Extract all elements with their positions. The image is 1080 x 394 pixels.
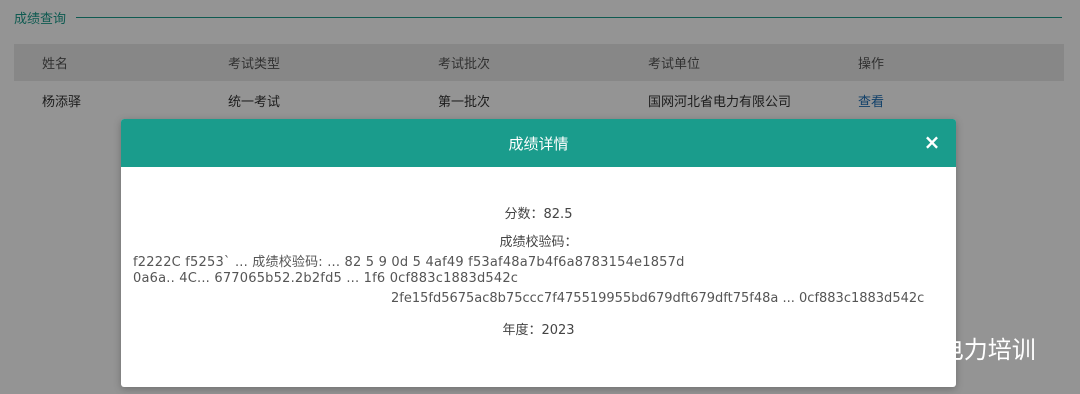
dialog-title: 成绩详情 bbox=[508, 134, 569, 153]
watermark-text: vivi电力培训 bbox=[898, 336, 1036, 364]
score-text: 分数：82.5 bbox=[504, 207, 573, 222]
verify-code-line-2: 0a6a.. 4C... 677065b52.2b2fd5 ... 1f6 0c… bbox=[133, 271, 519, 286]
verify-code-label: 成绩校验码： bbox=[499, 235, 578, 250]
close-icon[interactable]: × bbox=[922, 132, 942, 152]
watermark: vivi电力培训 bbox=[848, 330, 1036, 365]
verify-code-line-3: 2fe15fd5675ac8b75ccc7f475519955bd679dft6… bbox=[391, 291, 925, 306]
verify-code-line-1: f2222C f5253` ... 成绩校验码: ... 82 5 9 0d 5… bbox=[133, 255, 685, 270]
wechat-icon bbox=[850, 334, 888, 361]
dialog-header: 成绩详情 × bbox=[121, 119, 956, 167]
score-detail-dialog: 成绩详情 × 分数：82.5 成绩校验码： f2222C f5253` ... … bbox=[121, 119, 956, 387]
dialog-body: 分数：82.5 成绩校验码： f2222C f5253` ... 成绩校验码: … bbox=[121, 167, 956, 387]
year-text: 年度：2023 bbox=[502, 323, 575, 338]
